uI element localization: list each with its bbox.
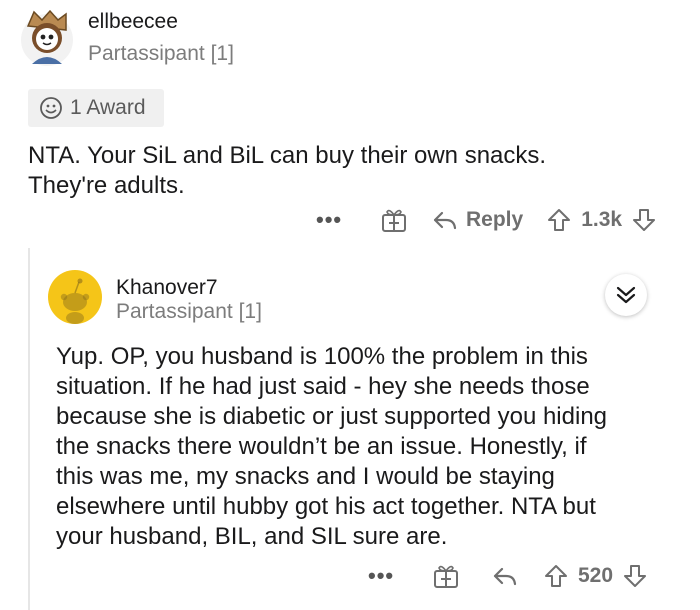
vote-score: 520 [578, 564, 614, 587]
snoo-avatar-icon [48, 270, 102, 324]
gift-icon [382, 209, 406, 232]
reply-icon [433, 211, 457, 230]
comment-2-line: the snacks there wouldn’t be an issue. H… [56, 433, 587, 460]
reply-button[interactable] [492, 565, 518, 587]
comment-2-line: elsewhere until hubby got his act togeth… [56, 493, 596, 520]
reply-icon [493, 567, 517, 586]
comment-1-body: NTA. Your SiL and BiL can buy their own … [28, 141, 688, 201]
more-options-button[interactable]: ••• [316, 207, 341, 233]
comment-1-actions: ••• Reply 1.3k [316, 204, 656, 236]
downvote-button[interactable] [623, 563, 647, 589]
upvote-icon [548, 209, 571, 231]
give-award-button[interactable] [432, 562, 460, 590]
give-award-button[interactable] [380, 206, 408, 234]
comment-2-line: Yup. OP, you husband is 100% the problem… [56, 343, 588, 370]
comment-1-username[interactable]: ellbeecee [88, 10, 178, 34]
thread-line[interactable] [28, 248, 30, 610]
reply-label: Reply [466, 208, 524, 231]
award-icon [40, 97, 62, 119]
award-badge[interactable]: 1 Award [28, 89, 164, 127]
comment-2-line: this was me, my snacks and I would be st… [56, 463, 555, 490]
award-label: 1 Award [70, 96, 146, 119]
comment-1-line: They're adults. [28, 172, 185, 199]
upvote-button[interactable] [544, 563, 568, 589]
comment-2-avatar[interactable] [48, 270, 102, 324]
comment-1-avatar[interactable] [20, 8, 74, 68]
downvote-button[interactable] [632, 207, 656, 233]
comment-1-flair: Partassipant [1] [88, 42, 234, 65]
more-options-button[interactable]: ••• [368, 563, 393, 589]
reply-button[interactable]: Reply [432, 208, 523, 232]
collapse-button[interactable] [605, 274, 647, 316]
downvote-icon [633, 209, 656, 231]
comment-2-line: your husband, BIL, and SIL sure are. [56, 523, 448, 550]
upvote-icon [545, 565, 567, 587]
downvote-icon [624, 565, 647, 587]
gift-icon [434, 565, 458, 588]
user-avatar-icon [21, 9, 73, 66]
comment-2-line: because she is diabetic or just supporte… [56, 403, 608, 430]
comment-2-flair: Partassipant [1] [116, 300, 262, 323]
comment-2-username[interactable]: Khanover7 [116, 276, 218, 300]
upvote-button[interactable] [547, 207, 571, 233]
collapse-chevron-icon [616, 286, 636, 304]
comment-1-line: NTA. Your SiL and BiL can buy their own … [28, 142, 547, 169]
comment-2-line: situation. If he had just said - hey she… [56, 373, 590, 400]
comment-2-body: Yup. OP, you husband is 100% the problem… [56, 342, 696, 552]
comment-2-actions: ••• 520 [368, 560, 647, 592]
vote-score: 1.3k [581, 208, 623, 231]
